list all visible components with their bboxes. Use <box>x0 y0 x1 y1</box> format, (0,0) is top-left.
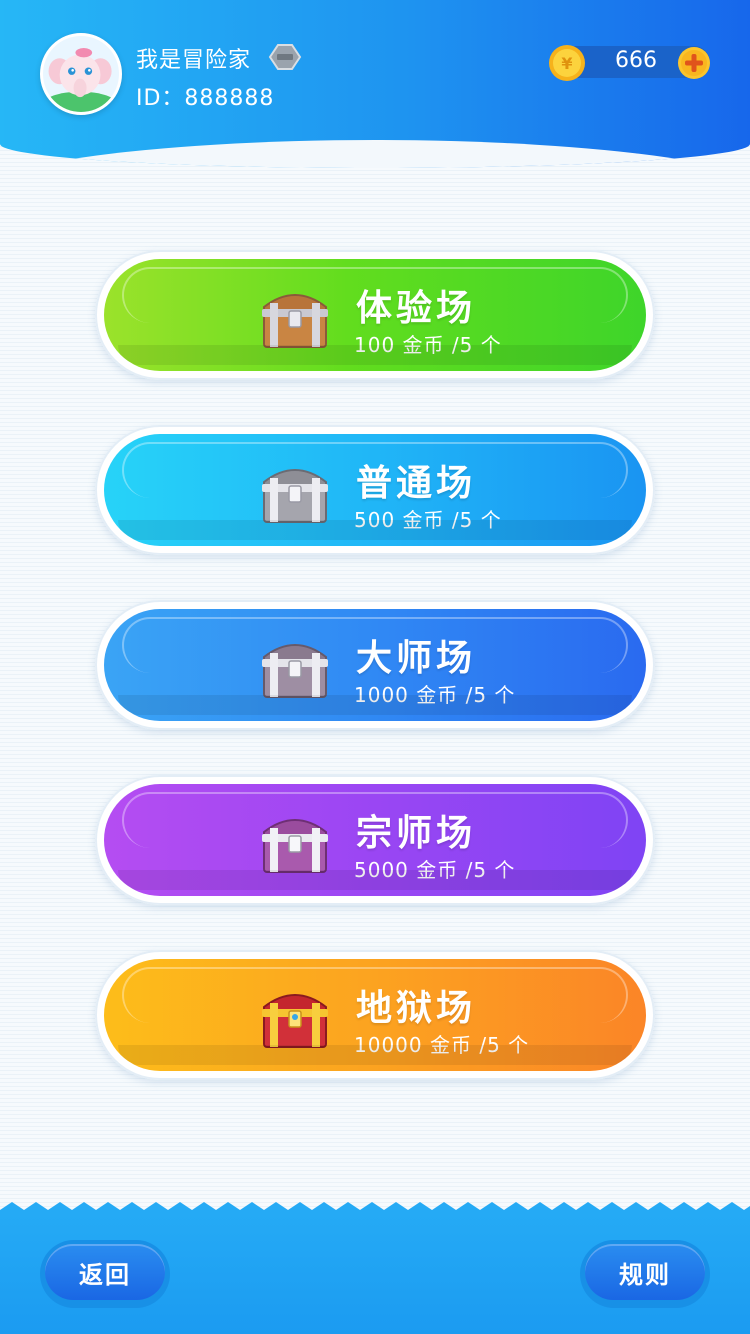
rules-button[interactable]: 规则 <box>580 1240 710 1308</box>
username: 我是冒险家 <box>136 48 252 73</box>
back-button[interactable]: 返回 <box>40 1240 170 1308</box>
room-button-face: 宗师场 5000 金币 /5 个 <box>104 784 646 896</box>
room-button-normal[interactable]: 普通场 500 金币 /5 个 <box>95 425 655 555</box>
svg-text:¥: ¥ <box>561 54 572 73</box>
bronze-chest-icon <box>262 294 328 348</box>
elephant-avatar-icon <box>43 36 119 112</box>
room-cost: 5000 金币 /5 个 <box>354 858 516 882</box>
room-cost: 500 金币 /5 个 <box>354 508 502 532</box>
room-button-master[interactable]: 大师场 1000 金币 /5 个 <box>95 600 655 730</box>
room-cost: 1000 金币 /5 个 <box>354 683 516 707</box>
room-button-grandmaster[interactable]: 宗师场 5000 金币 /5 个 <box>95 775 655 905</box>
gold-chest-icon <box>262 994 328 1048</box>
room-button-face: 体验场 100 金币 /5 个 <box>104 259 646 371</box>
room-button-face: 地狱场 10000 金币 /5 个 <box>104 959 646 1071</box>
add-coins-button[interactable] <box>677 46 711 80</box>
room-button-face: 普通场 500 金币 /5 个 <box>104 434 646 546</box>
room-title: 体验场 <box>356 288 477 329</box>
rules-button-label: 规则 <box>585 1244 705 1300</box>
room-title: 地狱场 <box>356 988 477 1029</box>
room-button-trial[interactable]: 体验场 100 金币 /5 个 <box>95 250 655 380</box>
top-header: 我是冒险家 ID：888888 ¥ 666 <box>0 0 750 168</box>
room-title: 普通场 <box>356 463 477 504</box>
room-title: 大师场 <box>356 638 477 679</box>
silver-chest-icon <box>262 469 328 523</box>
gold-coin-icon: ¥ <box>549 45 585 81</box>
back-button-label: 返回 <box>45 1244 165 1300</box>
room-button-hell[interactable]: 地狱场 10000 金币 /5 个 <box>95 950 655 1080</box>
avatar[interactable] <box>40 33 122 115</box>
purple-chest-icon <box>262 819 328 873</box>
room-cost: 100 金币 /5 个 <box>354 333 502 357</box>
room-button-face: 大师场 1000 金币 /5 个 <box>104 609 646 721</box>
user-id: ID：888888 <box>136 86 275 111</box>
coin-amount: 666 <box>615 48 657 73</box>
room-cost: 10000 金币 /5 个 <box>354 1033 530 1057</box>
rank-badge-icon <box>268 44 302 70</box>
silver-chest-icon <box>262 644 328 698</box>
room-title: 宗师场 <box>356 813 477 854</box>
